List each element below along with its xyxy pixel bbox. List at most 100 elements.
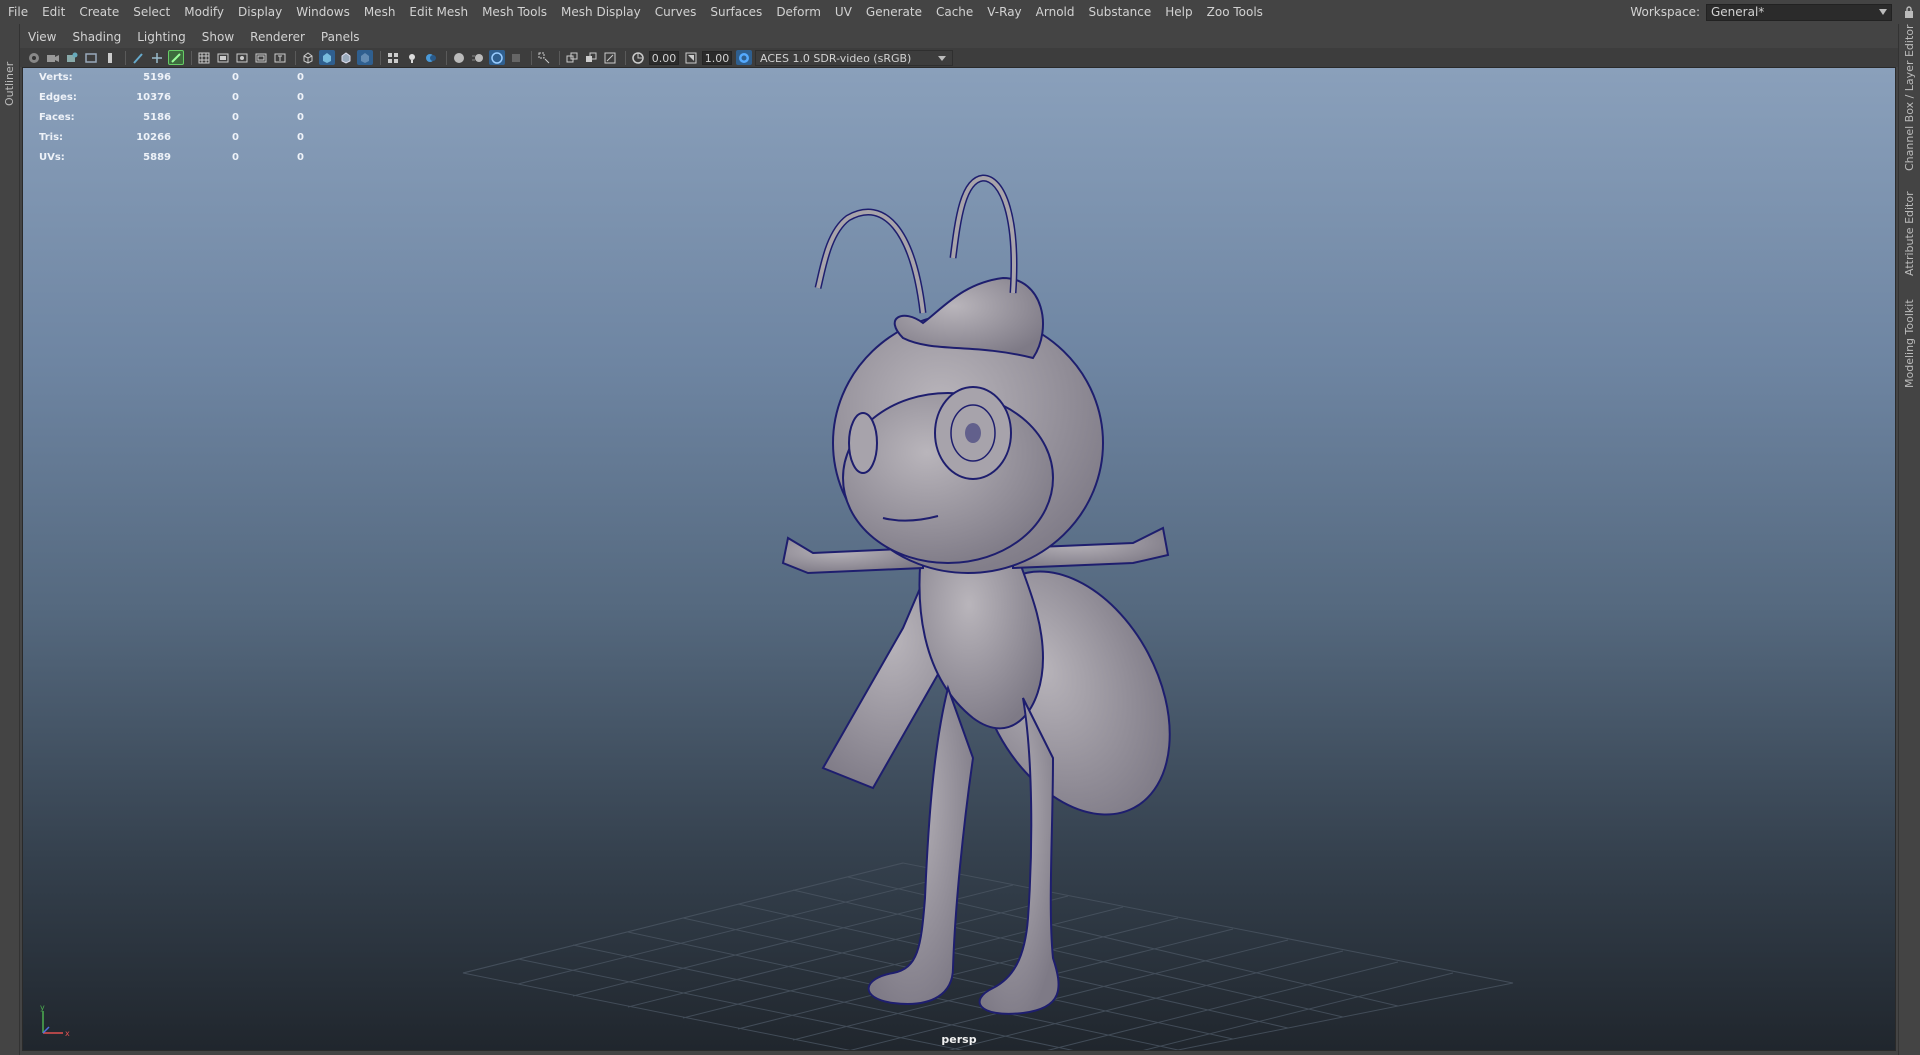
- chevron-down-icon: [1879, 8, 1887, 15]
- menu-surfaces[interactable]: Surfaces: [703, 0, 769, 24]
- toolbar-separator: [295, 50, 296, 65]
- menu-windows[interactable]: Windows: [289, 0, 357, 24]
- poly-count-hud: Verts: 5196 0 0 Edges: 10376 0 0 Faces: …: [39, 68, 304, 168]
- camera-attributes-icon[interactable]: [45, 50, 61, 65]
- menu-substance[interactable]: Substance: [1082, 0, 1159, 24]
- tab-modeling-toolkit[interactable]: Modeling Toolkit: [1903, 299, 1916, 388]
- wireframe-on-shaded-icon[interactable]: [338, 50, 354, 65]
- safe-action-icon[interactable]: [253, 50, 269, 65]
- menu-select[interactable]: Select: [126, 0, 177, 24]
- xray-icon[interactable]: [357, 50, 373, 65]
- perspective-viewport[interactable]: Verts: 5196 0 0 Edges: 10376 0 0 Faces: …: [22, 67, 1896, 1051]
- xray-active-icon[interactable]: [564, 50, 580, 65]
- color-management-icon[interactable]: [736, 50, 752, 65]
- menu-vray[interactable]: V-Ray: [980, 0, 1028, 24]
- gamma-icon[interactable]: [683, 50, 699, 65]
- tab-attribute-editor[interactable]: Attribute Editor: [1903, 191, 1916, 276]
- grease-pencil-icon[interactable]: [130, 50, 146, 65]
- field-chart-icon[interactable]: [234, 50, 250, 65]
- 2d-pan-zoom-icon[interactable]: [102, 50, 118, 65]
- hud-row-faces: Faces: 5186 0 0: [39, 108, 304, 128]
- menu-uv[interactable]: UV: [828, 0, 859, 24]
- hud-label: Tris:: [39, 132, 64, 143]
- hud-value: 0: [232, 112, 239, 123]
- ambient-occlusion-icon[interactable]: [451, 50, 467, 65]
- workspace-value: General*: [1711, 4, 1765, 19]
- smooth-shade-icon[interactable]: [319, 50, 335, 65]
- exposure-icon[interactable]: [630, 50, 646, 65]
- hud-value: 0: [297, 112, 304, 123]
- menu-zoo-tools[interactable]: Zoo Tools: [1200, 0, 1270, 24]
- menu-display[interactable]: Display: [231, 0, 289, 24]
- menu-deform[interactable]: Deform: [769, 0, 828, 24]
- menu-edit[interactable]: Edit: [35, 0, 72, 24]
- resolution-gate-icon[interactable]: [196, 50, 212, 65]
- hud-value: 0: [232, 152, 239, 163]
- grid-icon[interactable]: [149, 50, 165, 65]
- hud-value: 10266: [136, 132, 171, 143]
- menu-cache[interactable]: Cache: [929, 0, 980, 24]
- hud-value: 10376: [136, 92, 171, 103]
- toolbar-separator: [625, 50, 626, 65]
- menu-file[interactable]: File: [0, 0, 35, 24]
- gamma-field[interactable]: 1.00: [702, 50, 732, 65]
- right-dock-strip: Channel Box / Layer Editor Attribute Edi…: [1898, 24, 1920, 1055]
- bookmark-icon[interactable]: [64, 50, 80, 65]
- panel-menu-shading[interactable]: Shading: [64, 26, 129, 48]
- lock-icon[interactable]: [1898, 0, 1920, 24]
- hud-label: Verts:: [39, 72, 73, 83]
- motion-blur-icon[interactable]: [470, 50, 486, 65]
- safe-title-icon[interactable]: [272, 50, 288, 65]
- hud-row-uvs: UVs: 5889 0 0: [39, 148, 304, 168]
- menu-generate[interactable]: Generate: [859, 0, 929, 24]
- film-gate-icon[interactable]: [168, 50, 184, 65]
- tab-outliner[interactable]: Outliner: [3, 62, 16, 106]
- panel-menu-view[interactable]: View: [20, 26, 64, 48]
- xray-joints-icon[interactable]: [536, 50, 552, 65]
- chevron-down-icon: [938, 55, 946, 61]
- textured-icon[interactable]: [385, 50, 401, 65]
- gate-mask-icon[interactable]: [215, 50, 231, 65]
- hud-value: 0: [297, 92, 304, 103]
- wireframe-icon[interactable]: [300, 50, 316, 65]
- menu-edit-mesh[interactable]: Edit Mesh: [402, 0, 475, 24]
- toolbar-separator: [446, 50, 447, 65]
- menu-create[interactable]: Create: [72, 0, 126, 24]
- hud-value: 0: [297, 152, 304, 163]
- isolate-select-icon[interactable]: [508, 50, 524, 65]
- tab-channel-box[interactable]: Channel Box / Layer Editor: [1903, 24, 1916, 171]
- panel-menu-show[interactable]: Show: [194, 26, 242, 48]
- panel-menu-panels[interactable]: Panels: [313, 26, 368, 48]
- menu-arnold[interactable]: Arnold: [1029, 0, 1082, 24]
- ant-character-mesh[interactable]: [723, 174, 1223, 1028]
- shadows-icon[interactable]: [423, 50, 439, 65]
- toolbar-separator: [559, 50, 560, 65]
- panel-menu-lighting[interactable]: Lighting: [129, 26, 194, 48]
- anti-aliasing-icon[interactable]: [489, 50, 505, 65]
- frame-all-icon[interactable]: [602, 50, 618, 65]
- use-lights-icon[interactable]: [404, 50, 420, 65]
- hud-value: 0: [232, 72, 239, 83]
- menu-modify[interactable]: Modify: [177, 0, 231, 24]
- toolbar-separator: [125, 50, 126, 65]
- toolbar-separator: [380, 50, 381, 65]
- exposure-field[interactable]: 0.00: [649, 50, 679, 65]
- menu-curves[interactable]: Curves: [648, 0, 704, 24]
- panel-toolbar: 0.00 1.00 ACES 1.0 SDR-video (sRGB): [20, 48, 1898, 67]
- menu-mesh[interactable]: Mesh: [357, 0, 403, 24]
- color-space-dropdown[interactable]: ACES 1.0 SDR-video (sRGB): [755, 49, 953, 66]
- panel-menubar: View Shading Lighting Show Renderer Pane…: [20, 26, 1898, 48]
- workspace-label: Workspace:: [1630, 5, 1700, 19]
- menu-mesh-display[interactable]: Mesh Display: [554, 0, 648, 24]
- menu-mesh-tools[interactable]: Mesh Tools: [475, 0, 554, 24]
- camera-sequencer-icon[interactable]: [583, 50, 599, 65]
- workspace-dropdown[interactable]: General*: [1706, 3, 1892, 21]
- hud-value: 5186: [143, 112, 171, 123]
- hud-value: 0: [232, 132, 239, 143]
- panel-menu-renderer[interactable]: Renderer: [242, 26, 313, 48]
- menu-help[interactable]: Help: [1158, 0, 1199, 24]
- select-camera-icon[interactable]: [26, 50, 42, 65]
- hud-value: 0: [297, 132, 304, 143]
- image-plane-icon[interactable]: [83, 50, 99, 65]
- hud-label: Edges:: [39, 92, 77, 103]
